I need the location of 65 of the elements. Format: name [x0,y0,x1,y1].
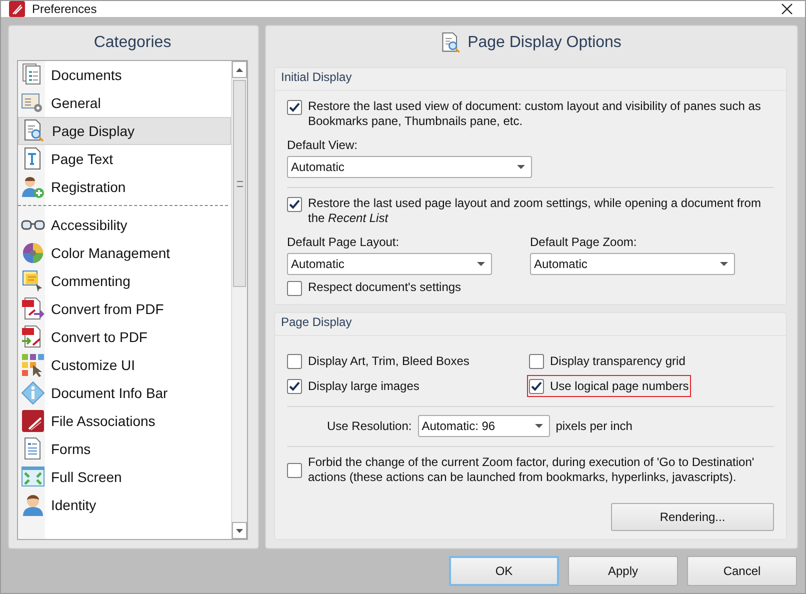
category-item[interactable]: Convert from PDF [18,295,231,323]
checkbox[interactable] [287,281,302,296]
checkbox-label: Display Art, Trim, Bleed Boxes [308,354,470,368]
field-label: Use Resolution: [327,419,412,433]
dialog-button[interactable]: Apply [568,556,678,586]
scroll-down-icon[interactable] [236,528,243,532]
category-item[interactable]: Color Management [18,239,231,267]
rendering-button[interactable]: Rendering... [611,503,774,531]
checkbox[interactable] [287,379,302,394]
info-icon [21,381,45,405]
category-item[interactable]: File Associations [18,407,231,435]
color-wheel-icon [21,241,45,265]
person-plus-icon [21,175,45,199]
scroll-up-icon[interactable] [236,68,243,72]
category-item[interactable]: Full Screen [18,463,231,491]
checkbox-label: Use logical page numbers [550,378,689,394]
group-title: Initial Display [281,70,352,84]
category-item[interactable]: Identity [18,491,231,519]
checkbox[interactable] [287,197,302,212]
close-icon[interactable] [781,3,793,15]
checkbox-label: Restore the last used page layout and zoom settings, while opening a document from the Recent List [308,196,762,226]
checkbox-label: Restore the last used view of document: custom layout and visibility of panes such as Bookmarks pane, Thumbnails pane, etc. [308,99,762,129]
field-label: Default View: [287,138,358,152]
page-magnifier-icon [22,119,46,143]
checkbox[interactable] [529,354,544,369]
expand-icon [21,465,45,489]
dialog-button[interactable]: OK [449,556,559,586]
category-item[interactable]: Document Info Bar [18,379,231,407]
category-item[interactable]: Convert to PDF [18,323,231,351]
category-item[interactable]: Customize UI [18,351,231,379]
field-label: Default Page Layout: [287,235,400,249]
tiles-cursor-icon [21,353,45,377]
checkbox-label: Respect document's settings [308,280,462,295]
dropdown[interactable]: Automatic [287,156,532,178]
category-item[interactable]: Registration [18,173,231,201]
checkbox[interactable] [287,354,302,369]
window-title: Preferences [32,2,98,16]
window-gear-icon [21,91,45,115]
checkbox-label: Display transparency grid [550,354,686,368]
pdf-arrow-icon [21,297,45,321]
category-item[interactable]: Forms [18,435,231,463]
checkbox[interactable] [287,100,302,115]
category-item[interactable]: Page Text [18,145,231,173]
dropdown[interactable]: Automatic [530,253,735,275]
checkbox[interactable] [287,463,302,478]
group-title: Page Display [281,315,352,329]
field-label: Default Page Zoom: [530,235,638,249]
category-item[interactable]: Accessibility [18,211,231,239]
checkbox-label: Display large images [308,378,420,394]
pdf-icon [21,409,45,433]
category-item[interactable]: General [18,89,231,117]
dropdown[interactable]: Automatic: 96 [418,415,550,437]
dialog-button[interactable]: Cancel [687,556,797,586]
category-item[interactable]: Documents [18,61,231,89]
page-magnifier-icon [440,31,462,55]
category-item[interactable]: Commenting [18,267,231,295]
checkbox-label: Forbid the change of the current Zoom factor, during execution of 'Go to Destination' actions (these actions can be launched from bookmarks, hyperlinks, javascripts). [308,455,756,485]
unit-label: pixels per inch [556,419,632,433]
scrollbar[interactable] [231,61,247,539]
person-icon [21,493,45,517]
dropdown[interactable]: Automatic [287,253,492,275]
category-item[interactable]: Page Display [18,117,231,145]
checkbox[interactable] [529,379,544,394]
panel-title: Categories [94,34,172,52]
panel-title: Page Display Options [468,34,622,52]
